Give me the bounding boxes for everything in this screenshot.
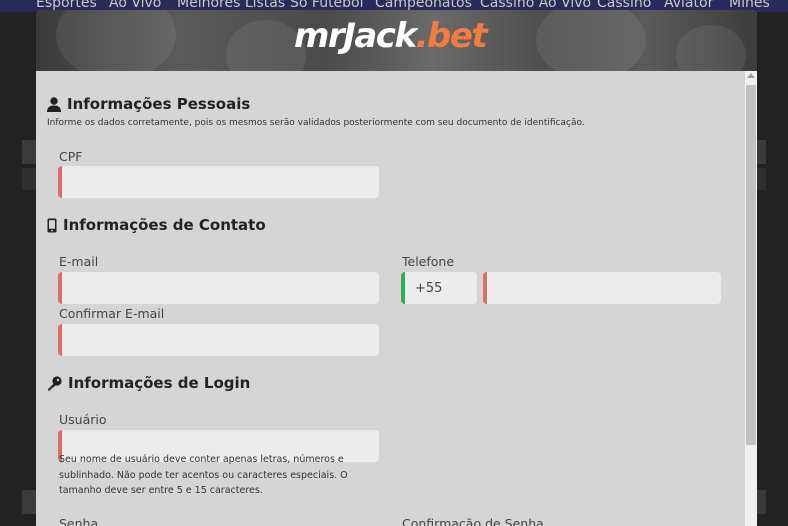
cpf-input[interactable] bbox=[58, 166, 379, 198]
brand-logo: mrJack.bet bbox=[294, 16, 488, 56]
section-title-contact-label: Informações de Contato bbox=[63, 216, 266, 234]
logo-text-left: mrJack bbox=[294, 16, 417, 56]
section-description-personal: Informe os dados corretamente, pois os m… bbox=[47, 118, 585, 128]
logo-text-right: .bet bbox=[415, 16, 488, 56]
header-decoration bbox=[536, 10, 646, 80]
modal-scrollbar[interactable] bbox=[745, 71, 757, 526]
username-label: Usuário bbox=[59, 412, 107, 427]
password-label: Senha bbox=[59, 516, 99, 526]
confirm-email-input[interactable] bbox=[58, 324, 379, 356]
scroll-up-arrow-icon[interactable] bbox=[747, 73, 755, 78]
confirm-email-label: Confirmar E-mail bbox=[59, 306, 165, 321]
phone-country-code-input[interactable] bbox=[401, 272, 477, 304]
key-icon bbox=[48, 375, 62, 390]
phone-number-input[interactable] bbox=[483, 272, 721, 304]
modal-header: mrJack.bet bbox=[36, 10, 757, 90]
section-title-contact: Informações de Contato bbox=[47, 216, 266, 234]
registration-modal: mrJack.bet Informações Pessoais Informe … bbox=[36, 10, 757, 526]
section-title-login: Informações de Login bbox=[47, 374, 250, 392]
username-help-text: Seu nome de usuário deve conter apenas l… bbox=[59, 454, 348, 496]
cpf-label: CPF bbox=[59, 149, 83, 164]
section-title-personal: Informações Pessoais bbox=[47, 95, 250, 113]
mobile-icon bbox=[47, 218, 57, 232]
email-input[interactable] bbox=[58, 272, 379, 304]
section-title-login-label: Informações de Login bbox=[68, 374, 251, 392]
phone-label: Telefone bbox=[402, 254, 455, 269]
header-decoration bbox=[56, 10, 176, 80]
user-icon bbox=[47, 96, 61, 112]
scrollbar-thumb[interactable] bbox=[746, 85, 756, 445]
confirm-password-label: Confirmação de Senha bbox=[402, 516, 544, 526]
section-title-personal-label: Informações Pessoais bbox=[67, 95, 251, 113]
email-label: E-mail bbox=[59, 254, 99, 269]
